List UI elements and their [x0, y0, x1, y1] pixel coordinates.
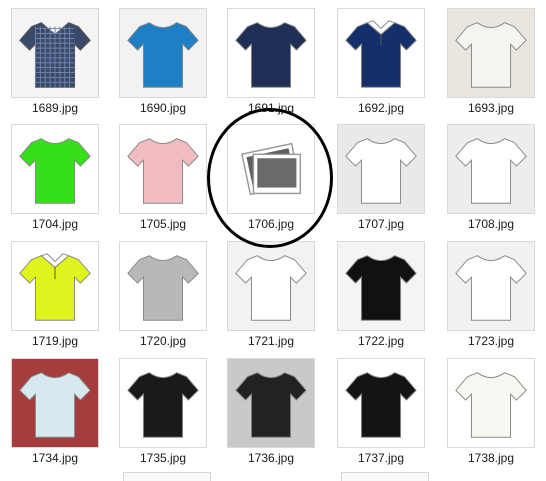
file-item[interactable]: 1720.jpg: [113, 237, 213, 349]
file-item[interactable]: 1689.jpg: [5, 4, 105, 116]
thumbnail: [447, 358, 535, 448]
file-name: 1735.jpg: [139, 451, 187, 465]
file-item[interactable]: 1722.jpg: [331, 237, 431, 349]
file-item[interactable]: 1735.jpg: [113, 354, 213, 466]
thumbnail: [11, 124, 99, 214]
file-item[interactable]: 1737.jpg: [331, 354, 431, 466]
file-item[interactable]: 1721.jpg: [221, 237, 321, 349]
file-item[interactable]: 1692.jpg: [331, 4, 431, 116]
file-name: 1736.jpg: [247, 451, 295, 465]
thumbnail: [447, 124, 535, 214]
partial-thumbnail[interactable]: [341, 472, 429, 481]
file-name: 1734.jpg: [31, 451, 79, 465]
thumbnail: [119, 358, 207, 448]
file-name: 1693.jpg: [467, 101, 515, 115]
thumbnail: [337, 124, 425, 214]
file-name: 1689.jpg: [31, 101, 79, 115]
thumbnail: [119, 8, 207, 98]
thumbnail: [11, 358, 99, 448]
file-name: 1690.jpg: [139, 101, 187, 115]
file-item[interactable]: 1705.jpg: [113, 120, 213, 232]
file-name: 1719.jpg: [31, 334, 79, 348]
file-name: 1738.jpg: [467, 451, 515, 465]
file-item[interactable]: 1690.jpg: [113, 4, 213, 116]
file-item[interactable]: 1719.jpg: [5, 237, 105, 349]
file-name: 1720.jpg: [139, 334, 187, 348]
thumbnail: [337, 241, 425, 331]
file-item[interactable]: 1693.jpg: [441, 4, 541, 116]
thumbnail: [119, 124, 207, 214]
highlight-circle: [207, 108, 333, 248]
thumbnail: [227, 241, 315, 331]
thumbnail: [227, 8, 315, 98]
file-item[interactable]: 1708.jpg: [441, 120, 541, 232]
file-name: 1723.jpg: [467, 334, 515, 348]
thumbnail: [227, 358, 315, 448]
thumbnail: [337, 8, 425, 98]
thumbnail: [447, 8, 535, 98]
thumbnail: [447, 241, 535, 331]
file-name: 1692.jpg: [357, 101, 405, 115]
thumbnail: [119, 241, 207, 331]
file-item[interactable]: 1704.jpg: [5, 120, 105, 232]
file-name: 1722.jpg: [357, 334, 405, 348]
file-item[interactable]: 1707.jpg: [331, 120, 431, 232]
file-name: 1721.jpg: [247, 334, 295, 348]
file-item[interactable]: 1723.jpg: [441, 237, 541, 349]
file-name: 1704.jpg: [31, 217, 79, 231]
partial-thumbnail[interactable]: [123, 472, 211, 481]
file-item[interactable]: 1691.jpg: [221, 4, 321, 116]
file-name: 1705.jpg: [139, 217, 187, 231]
thumbnail: [337, 358, 425, 448]
file-item[interactable]: 1734.jpg: [5, 354, 105, 466]
thumbnail: [11, 8, 99, 98]
thumbnail: [11, 241, 99, 331]
file-name: 1708.jpg: [467, 217, 515, 231]
file-name: 1737.jpg: [357, 451, 405, 465]
file-item[interactable]: 1738.jpg: [441, 354, 541, 466]
file-name: 1707.jpg: [357, 217, 405, 231]
file-item[interactable]: 1736.jpg: [221, 354, 321, 466]
